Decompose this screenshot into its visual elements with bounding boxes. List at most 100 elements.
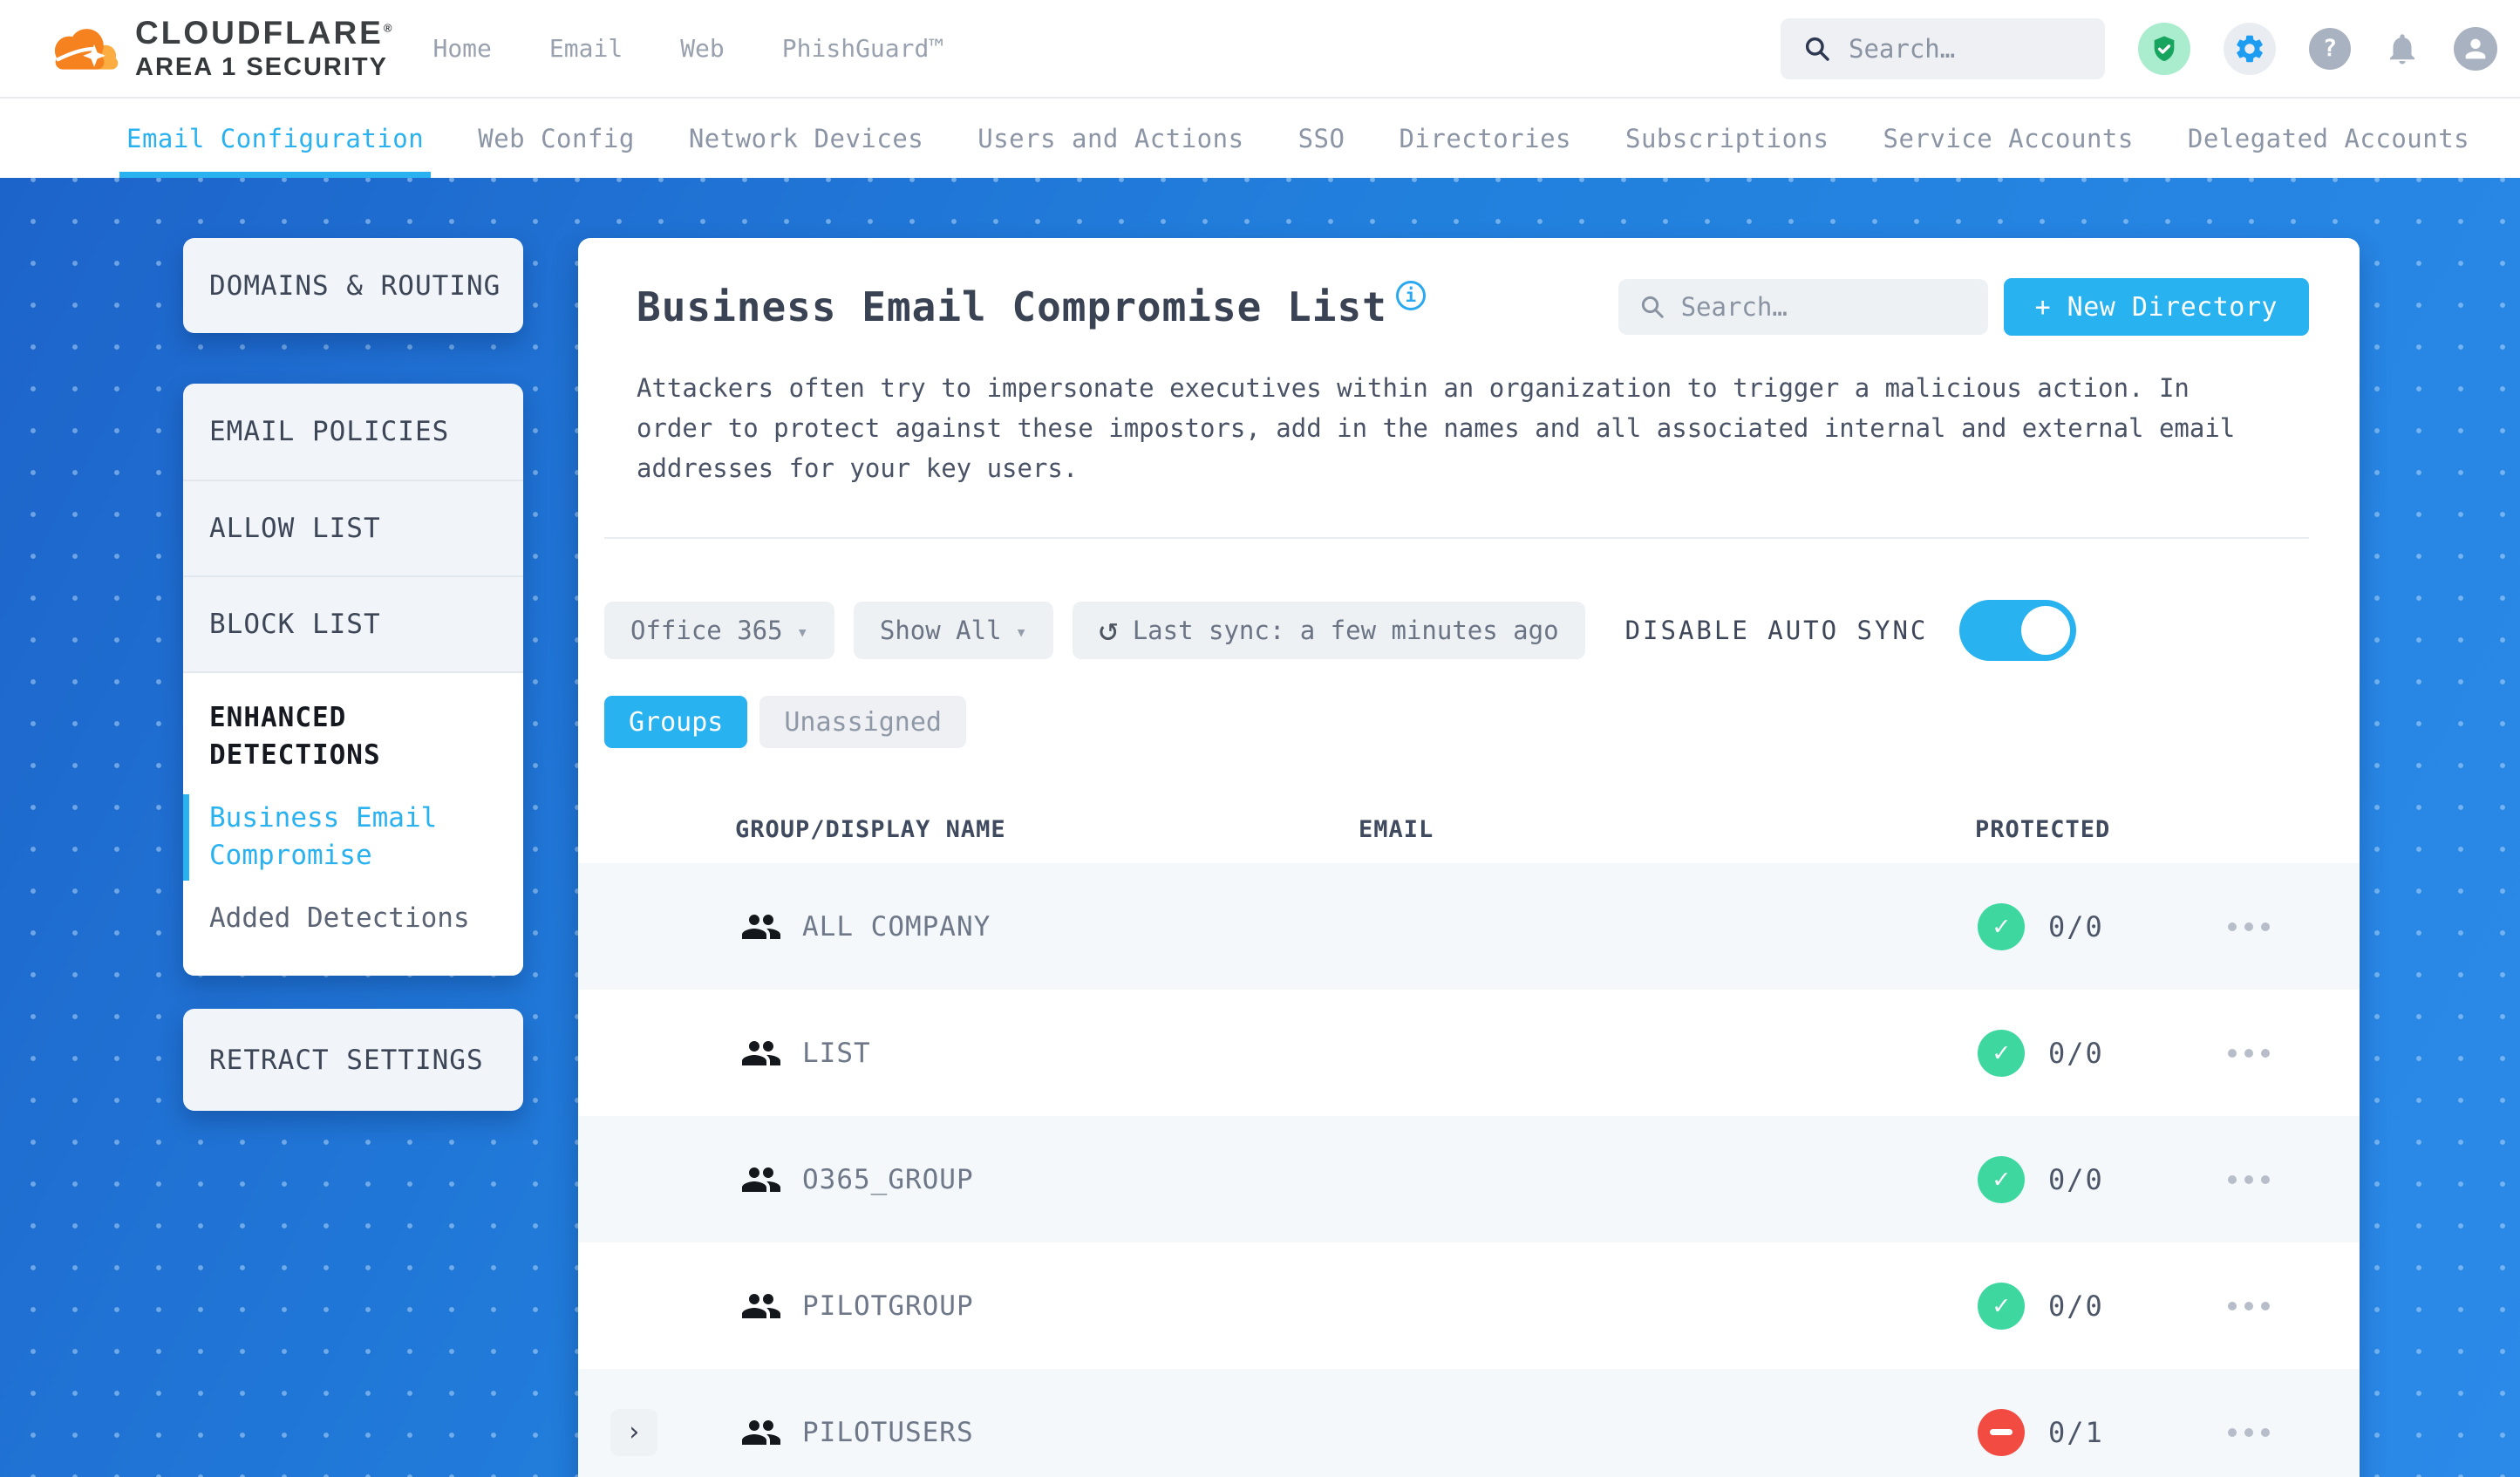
people-icon bbox=[740, 1035, 782, 1072]
cloudflare-logo[interactable]: CLOUDFLARE® AREA 1 SECURITY bbox=[48, 14, 395, 81]
column-header-email: EMAIL bbox=[1359, 816, 1434, 844]
minus-icon bbox=[1990, 1429, 2013, 1436]
refresh-icon: ↺ bbox=[1098, 609, 1119, 649]
global-search-input[interactable]: Search… bbox=[1781, 17, 2105, 79]
people-icon bbox=[740, 1288, 782, 1324]
protected-count: 0/0 bbox=[2048, 1036, 2104, 1070]
protected-status-badge: ✓ bbox=[1978, 902, 2025, 950]
sidebar-item-retract-settings[interactable]: RETRACT SETTINGS bbox=[183, 1009, 523, 1111]
sidebar-item-email-policies[interactable]: EMAIL POLICIES bbox=[183, 384, 523, 480]
brand-name: CLOUDFLARE® bbox=[135, 14, 395, 51]
group-name: LIST bbox=[802, 1037, 871, 1069]
table-row[interactable]: › O365_GROUP ✓ 0/0 bbox=[578, 1116, 2360, 1243]
sidebar-item-added-detections[interactable]: Added Detections bbox=[209, 900, 497, 937]
notifications-button[interactable] bbox=[2384, 31, 2421, 67]
row-expand-button[interactable]: › bbox=[610, 1408, 657, 1456]
tab-sso[interactable]: SSO bbox=[1298, 99, 1345, 178]
view-tabs: Groups Unassigned bbox=[604, 696, 2360, 749]
sidebar-item-block-list[interactable]: BLOCK LIST bbox=[183, 575, 523, 671]
user-icon bbox=[2461, 34, 2490, 64]
auto-sync-label: DISABLE AUTO SYNC bbox=[1624, 616, 1929, 646]
brand-subtitle: AREA 1 SECURITY bbox=[135, 52, 388, 81]
row-actions-button[interactable] bbox=[2228, 1301, 2270, 1310]
show-filter-select[interactable]: Show All ▾ bbox=[853, 602, 1053, 660]
sidebar-item-label: RETRACT SETTINGS bbox=[209, 1044, 484, 1076]
tab-web-config[interactable]: Web Config bbox=[478, 99, 635, 178]
content-area: DOMAINS & ROUTING EMAIL POLICIES ALLOW L… bbox=[0, 178, 2520, 1477]
header-right: Search… ? bbox=[1781, 17, 2497, 79]
directory-select[interactable]: Office 365 ▾ bbox=[604, 602, 834, 660]
sidebar-item-business-email-compromise[interactable]: Business Email Compromise bbox=[183, 793, 497, 881]
protected-status-badge: ✓ bbox=[1978, 1155, 2025, 1203]
nav-phishguard[interactable]: PhishGuard™ bbox=[782, 34, 943, 63]
settings-button[interactable] bbox=[2224, 22, 2276, 75]
tab-network-devices[interactable]: Network Devices bbox=[689, 99, 923, 178]
view-tab-unassigned[interactable]: Unassigned bbox=[759, 696, 966, 749]
table-row[interactable]: › ALL COMPANY ✓ 0/0 bbox=[578, 863, 2360, 990]
column-header-protected: PROTECTED bbox=[1975, 816, 2111, 844]
auto-sync-toggle[interactable] bbox=[1959, 600, 2077, 662]
main-panel: Business Email Compromise List i Search…… bbox=[578, 238, 2360, 1477]
nav-home[interactable]: Home bbox=[432, 34, 491, 63]
row-actions-button[interactable] bbox=[2228, 1048, 2270, 1058]
protected-status-badge: ✓ bbox=[1978, 1029, 2025, 1077]
tab-email-configuration[interactable]: Email Configuration bbox=[119, 99, 432, 178]
app-header: CLOUDFLARE® AREA 1 SECURITY Home Email W… bbox=[0, 0, 2520, 99]
sidebar-item-label: ALLOW LIST bbox=[209, 513, 381, 544]
last-sync-status[interactable]: ↺ Last sync: a few minutes ago bbox=[1072, 602, 1585, 660]
protected-status-badge: ✓ bbox=[1978, 1282, 2025, 1330]
account-button[interactable] bbox=[2454, 26, 2497, 71]
search-placeholder: Search… bbox=[1680, 292, 1788, 322]
row-actions-button[interactable] bbox=[2228, 1427, 2270, 1437]
table-row[interactable]: › LIST ✓ 0/0 bbox=[578, 990, 2360, 1117]
directory-select-value: Office 365 bbox=[630, 616, 783, 646]
security-status-button[interactable] bbox=[2138, 22, 2190, 75]
search-icon bbox=[1639, 294, 1665, 320]
enhanced-detections-title[interactable]: ENHANCED DETECTIONS bbox=[209, 699, 497, 775]
sidebar-item-label: EMAIL POLICIES bbox=[209, 416, 450, 447]
row-actions-button[interactable] bbox=[2228, 922, 2270, 931]
table-body: › ALL COMPANY ✓ 0/0 › LIST ✓ 0/0 › O365_… bbox=[578, 863, 2360, 1477]
tab-subscriptions[interactable]: Subscriptions bbox=[1625, 99, 1829, 178]
brand-trademark: ® bbox=[383, 21, 395, 35]
people-icon bbox=[740, 1414, 782, 1451]
sidebar-item-domains-routing[interactable]: DOMAINS & ROUTING bbox=[183, 238, 523, 333]
show-filter-value: Show All bbox=[879, 616, 1002, 646]
page-description: Attackers often try to impersonate execu… bbox=[637, 373, 2236, 483]
tab-users-and-actions[interactable]: Users and Actions bbox=[977, 99, 1243, 178]
toggle-knob bbox=[2021, 606, 2071, 656]
view-tab-groups[interactable]: Groups bbox=[604, 696, 748, 749]
tab-service-accounts[interactable]: Service Accounts bbox=[1883, 99, 2134, 178]
page: CLOUDFLARE® AREA 1 SECURITY Home Email W… bbox=[0, 0, 2520, 1477]
people-icon bbox=[740, 1161, 782, 1198]
cloudflare-cloud-icon bbox=[48, 24, 123, 74]
question-icon: ? bbox=[2322, 35, 2338, 62]
top-nav: Home Email Web PhishGuard™ bbox=[432, 34, 943, 63]
column-header-group-display-name: GROUP/DISPLAY NAME bbox=[735, 816, 1006, 844]
row-actions-button[interactable] bbox=[2228, 1174, 2270, 1184]
table-header: GROUP/DISPLAY NAME EMAIL PROTECTED bbox=[578, 799, 2360, 863]
page-title: Business Email Compromise List bbox=[637, 283, 1387, 330]
protected-count: 0/0 bbox=[2048, 1162, 2104, 1196]
protected-count: 0/0 bbox=[2048, 1289, 2104, 1323]
tab-delegated-accounts[interactable]: Delegated Accounts bbox=[2188, 99, 2469, 178]
nav-web[interactable]: Web bbox=[680, 34, 725, 63]
new-directory-button[interactable]: + New Directory bbox=[2003, 278, 2309, 336]
nav-email[interactable]: Email bbox=[549, 34, 623, 63]
help-button[interactable]: ? bbox=[2309, 27, 2351, 70]
divider bbox=[604, 537, 2309, 540]
sidebar-item-label: DOMAINS & ROUTING bbox=[209, 269, 501, 302]
sidebar-item-allow-list[interactable]: ALLOW LIST bbox=[183, 480, 523, 575]
gear-icon bbox=[2233, 32, 2266, 65]
list-search-input[interactable]: Search… bbox=[1618, 279, 1988, 335]
chevron-down-icon: ▾ bbox=[1015, 621, 1027, 643]
info-icon[interactable]: i bbox=[1395, 281, 1426, 310]
section-tabbar: Email Configuration Web Config Network D… bbox=[0, 99, 2520, 178]
protected-count: 0/1 bbox=[2048, 1415, 2104, 1449]
table-row[interactable]: › PILOTUSERS 0/1 bbox=[578, 1369, 2360, 1477]
group-name: PILOTUSERS bbox=[802, 1416, 974, 1448]
table-row[interactable]: › PILOTGROUP ✓ 0/0 bbox=[578, 1242, 2360, 1370]
tab-directories[interactable]: Directories bbox=[1399, 99, 1571, 178]
sidebar-policies-card: EMAIL POLICIES ALLOW LIST BLOCK LIST ENH… bbox=[183, 384, 523, 976]
group-name: ALL COMPANY bbox=[802, 910, 991, 943]
